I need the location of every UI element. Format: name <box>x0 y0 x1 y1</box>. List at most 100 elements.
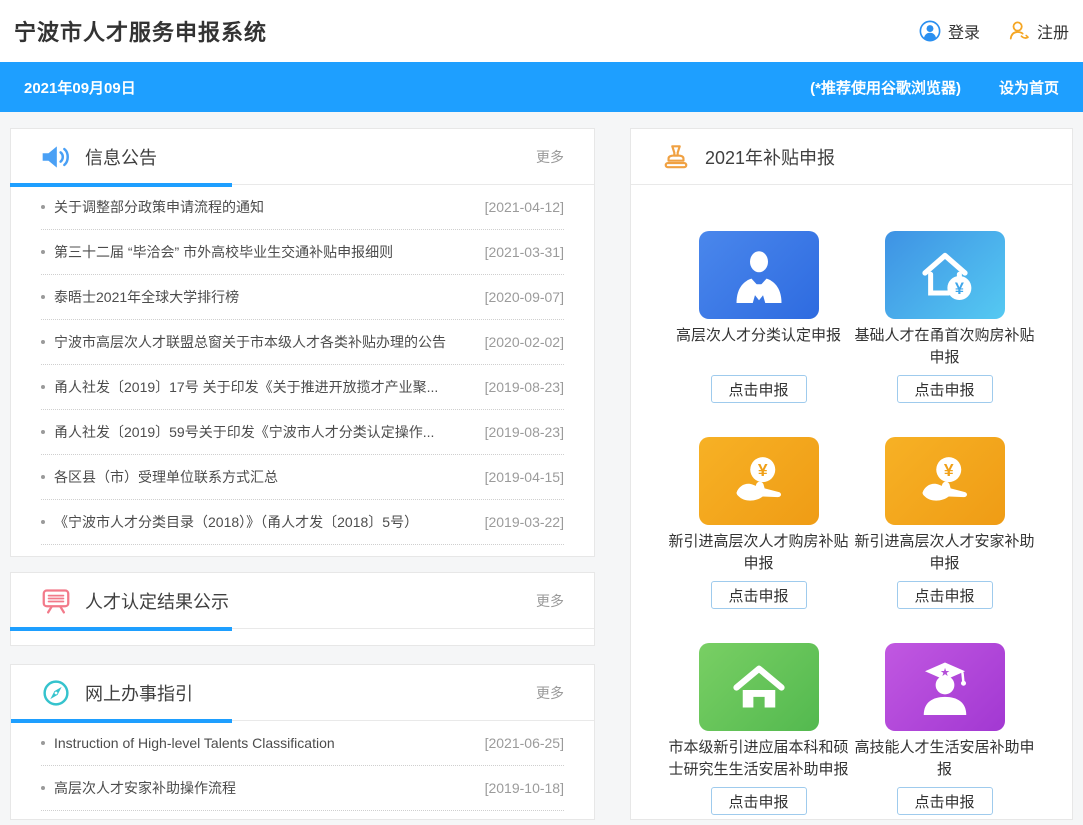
announcement-item[interactable]: 《宁波市人才分类目录（2018）》（甬人才发〔2018〕5号） [2019-03… <box>41 500 564 545</box>
subsidy-card: 高层次人才分类认定申报 点击申报 <box>666 231 852 403</box>
login-label: 登录 <box>948 19 980 43</box>
announcement-item[interactable]: 甬人社发〔2019〕59号关于印发《宁波市人才分类认定操作... [2019-0… <box>41 410 564 455</box>
login-button[interactable]: 登录 <box>919 19 980 43</box>
announcement-item[interactable]: 关于调整部分政策申请流程的通知 [2021-04-12] <box>41 185 564 230</box>
announcement-title-text: 泰晤士2021年全球大学排行榜 <box>54 287 239 307</box>
board-icon <box>41 587 71 615</box>
subsidy-card: 新引进高层次人才购房补贴申报 点击申报 <box>666 437 852 609</box>
browser-recommendation: (*推荐使用谷歌浏览器) <box>810 77 961 98</box>
announcement-date: [2021-04-12] <box>475 199 564 215</box>
subsidy-card: 基础人才在甬首次购房补贴申报 点击申报 <box>852 231 1038 403</box>
announcement-date: [2021-03-31] <box>475 244 564 260</box>
auth-area: 登录 注册 <box>919 19 1069 43</box>
guide-item[interactable]: Instruction of High-level Talents Classi… <box>41 721 564 766</box>
announcement-date: [2019-03-22] <box>475 514 564 530</box>
results-panel: 人才认定结果公示 更多 <box>10 572 595 646</box>
subsidy-panel: 2021年补贴申报 高层次人才分类认定申报 点击申报 <box>630 128 1073 820</box>
user-circle-icon <box>919 20 941 42</box>
subsidy-card-label: 高层次人才分类认定申报 <box>666 325 852 369</box>
compass-icon <box>41 679 71 707</box>
announcement-date: [2020-02-02] <box>475 334 564 350</box>
bullet-icon <box>41 786 45 790</box>
guide-title: 网上办事指引 <box>85 680 193 706</box>
subsidy-card-icon[interactable] <box>885 231 1005 319</box>
set-homepage-link[interactable]: 设为首页 <box>999 77 1059 98</box>
page-title: 宁波市人才服务申报系统 <box>14 15 267 47</box>
subsidy-card: 市本级新引进应届本科和硕士研究生生活安居补助申报 点击申报 <box>666 643 852 815</box>
announcement-title-text: 关于调整部分政策申请流程的通知 <box>54 197 264 217</box>
apply-button[interactable]: 点击申报 <box>711 375 807 403</box>
subsidy-card-label: 基础人才在甬首次购房补贴申报 <box>852 325 1038 369</box>
announcement-title-text: 《宁波市人才分类目录（2018）》（甬人才发〔2018〕5号） <box>54 512 418 532</box>
results-title: 人才认定结果公示 <box>85 588 229 614</box>
subsidy-card-icon[interactable] <box>885 437 1005 525</box>
subsidy-title: 2021年补贴申报 <box>705 144 835 170</box>
person-add-icon <box>1008 20 1030 42</box>
guide-item-date: [2021-06-25] <box>475 735 564 751</box>
subsidy-card-icon[interactable] <box>885 643 1005 731</box>
subsidy-card-grid: 高层次人才分类认定申报 点击申报 基础人才在甬首次购房补贴申报 点击申报 <box>631 185 1072 820</box>
accent-underline <box>10 627 232 631</box>
bullet-icon <box>41 430 45 434</box>
announcement-title-text: 甬人社发〔2019〕59号关于印发《宁波市人才分类认定操作... <box>54 422 434 442</box>
bullet-icon <box>41 520 45 524</box>
results-more-link[interactable]: 更多 <box>536 591 564 611</box>
app-header: 宁波市人才服务申报系统 登录 注册 <box>0 0 1083 62</box>
announcement-item[interactable]: 宁波市高层次人才联盟总窗关于市本级人才各类补贴办理的公告 [2020-02-02… <box>41 320 564 365</box>
apply-button[interactable]: 点击申报 <box>897 581 993 609</box>
announcement-item[interactable]: 第三十二届 “毕洽会” 市外高校毕业生交通补贴申报细则 [2021-03-31] <box>41 230 564 275</box>
subsidy-card-icon[interactable] <box>699 643 819 731</box>
announcements-more-link[interactable]: 更多 <box>536 147 564 167</box>
announcements-title: 信息公告 <box>85 144 157 170</box>
subsidy-card-icon[interactable] <box>699 437 819 525</box>
guide-item-text: Instruction of High-level Talents Classi… <box>54 735 335 751</box>
bullet-icon <box>41 205 45 209</box>
announcement-title-text: 各区县（市）受理单位联系方式汇总 <box>54 467 278 487</box>
guide-item-text: 高层次人才安家补助操作流程 <box>54 778 236 798</box>
guide-item[interactable]: 高层次人才安家补助操作流程 [2019-10-18] <box>41 766 564 811</box>
accent-underline <box>10 719 232 723</box>
subsidy-card-label: 高技能人才生活安居补助申报 <box>852 737 1038 781</box>
announcement-item[interactable]: 泰晤士2021年全球大学排行榜 [2020-09-07] <box>41 275 564 320</box>
subsidy-card-label: 新引进高层次人才购房补贴申报 <box>666 531 852 575</box>
subsidy-card: 高技能人才生活安居补助申报 点击申报 <box>852 643 1038 815</box>
date-bar: 2021年09月09日 (*推荐使用谷歌浏览器) 设为首页 <box>0 62 1083 112</box>
stamp-icon <box>661 143 691 171</box>
announcement-date: [2019-08-23] <box>475 379 564 395</box>
announcement-title-text: 甬人社发〔2019〕17号 关于印发《关于推进开放揽才产业聚... <box>54 377 438 397</box>
bullet-icon <box>41 741 45 745</box>
announcement-date: [2020-09-07] <box>475 289 564 305</box>
announcement-date: [2019-08-23] <box>475 424 564 440</box>
announcement-title-text: 第三十二届 “毕洽会” 市外高校毕业生交通补贴申报细则 <box>54 242 393 262</box>
subsidy-card-icon[interactable] <box>699 231 819 319</box>
announcements-panel: 信息公告 更多 关于调整部分政策申请流程的通知 [2021-04-12] <box>10 128 595 557</box>
guide-panel: 网上办事指引 更多 Instruction of High-level Tale… <box>10 664 595 820</box>
apply-button[interactable]: 点击申报 <box>897 787 993 815</box>
announcement-item[interactable]: 甬人社发〔2019〕17号 关于印发《关于推进开放揽才产业聚... [2019-… <box>41 365 564 410</box>
register-button[interactable]: 注册 <box>1008 19 1069 43</box>
apply-button[interactable]: 点击申报 <box>711 787 807 815</box>
page-root: 宁波市人才服务申报系统 登录 注册 2021年09月09日 (*推荐使用谷歌浏览… <box>0 0 1083 820</box>
apply-button[interactable]: 点击申报 <box>897 375 993 403</box>
bullet-icon <box>41 385 45 389</box>
main-content: 信息公告 更多 关于调整部分政策申请流程的通知 [2021-04-12] <box>10 128 1073 820</box>
bullet-icon <box>41 295 45 299</box>
current-date: 2021年09月09日 <box>24 77 136 98</box>
subsidy-card-label: 市本级新引进应届本科和硕士研究生生活安居补助申报 <box>666 737 852 781</box>
announcement-list: 关于调整部分政策申请流程的通知 [2021-04-12] 第三十二届 “毕洽会”… <box>11 185 594 545</box>
bullet-icon <box>41 475 45 479</box>
accent-underline <box>10 183 232 187</box>
bullet-icon <box>41 340 45 344</box>
guide-item-date: [2019-10-18] <box>475 780 564 796</box>
speaker-icon <box>41 143 71 171</box>
subsidy-card: 新引进高层次人才安家补助申报 点击申报 <box>852 437 1038 609</box>
register-label: 注册 <box>1037 19 1069 43</box>
apply-button[interactable]: 点击申报 <box>711 581 807 609</box>
announcement-item[interactable]: 各区县（市）受理单位联系方式汇总 [2019-04-15] <box>41 455 564 500</box>
guide-list: Instruction of High-level Talents Classi… <box>11 721 594 811</box>
announcement-date: [2019-04-15] <box>475 469 564 485</box>
guide-more-link[interactable]: 更多 <box>536 683 564 703</box>
bullet-icon <box>41 250 45 254</box>
subsidy-card-label: 新引进高层次人才安家补助申报 <box>852 531 1038 575</box>
announcement-title-text: 宁波市高层次人才联盟总窗关于市本级人才各类补贴办理的公告 <box>54 332 446 352</box>
